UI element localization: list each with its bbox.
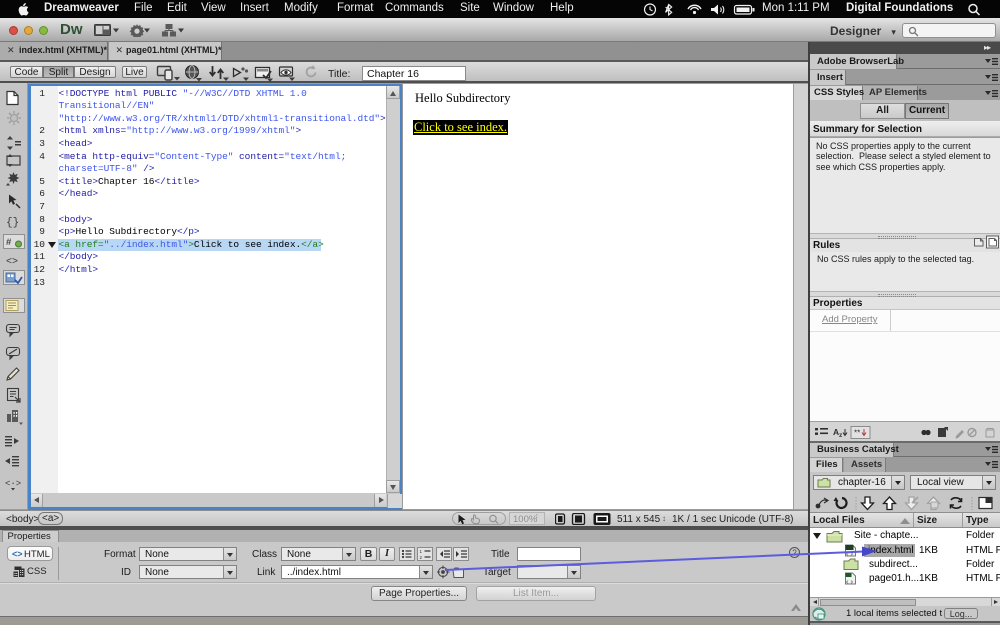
svg-text:z: z — [839, 432, 843, 439]
svg-text:**: ** — [854, 429, 860, 438]
svg-text:{}: {} — [6, 217, 19, 229]
svg-text:#: # — [6, 237, 12, 248]
svg-text:?: ? — [792, 549, 797, 558]
svg-text:<·>: <·> — [5, 479, 21, 489]
svg-text:<>: <> — [6, 257, 18, 268]
